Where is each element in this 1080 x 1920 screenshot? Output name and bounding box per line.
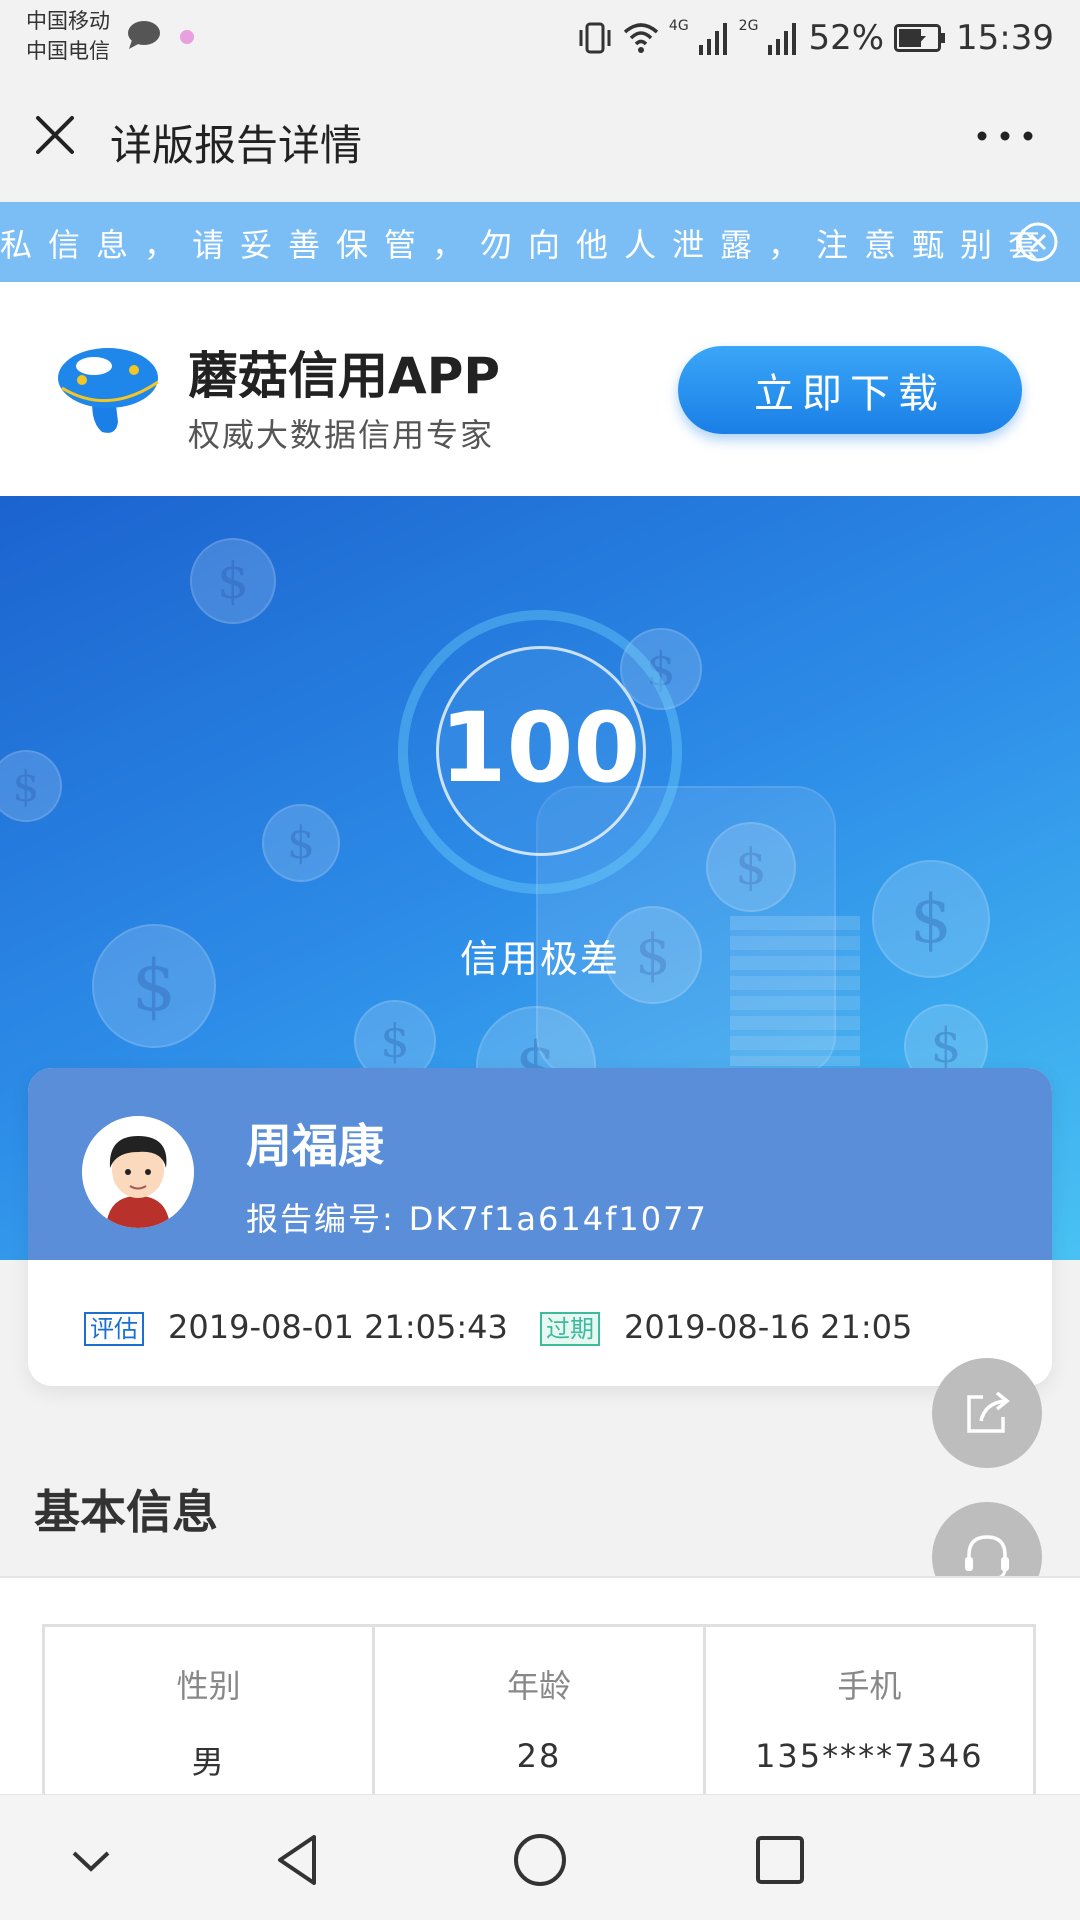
mushroom-logo-icon xyxy=(58,348,159,433)
battery-icon xyxy=(894,24,946,52)
back-triangle-icon[interactable] xyxy=(264,1825,334,1895)
carrier-1: 中国移动 xyxy=(26,9,110,33)
wifi-icon xyxy=(623,23,659,53)
network-2-label: 2G xyxy=(738,18,759,34)
coin-decoration: $ xyxy=(190,538,276,624)
avatar xyxy=(82,1116,194,1228)
app-download-banner: 蘑菇信用APP 权威大数据信用专家 立即下载 xyxy=(0,282,1080,496)
report-number: DK7f1a614f1077 xyxy=(408,1200,708,1238)
battery-percent: 52% xyxy=(808,18,885,58)
page-title: 详版报告详情 xyxy=(110,121,363,170)
more-options-icon[interactable] xyxy=(970,116,1040,156)
clock: 15:39 xyxy=(956,18,1054,58)
download-button[interactable]: 立即下载 xyxy=(678,346,1022,434)
signal-icon-2 xyxy=(768,23,797,55)
share-icon xyxy=(967,1391,1010,1433)
chat-bubble-icon xyxy=(128,21,160,49)
notification-dot-icon xyxy=(180,30,194,44)
notice-text: 私信息，请妥善保管，勿向他人泄露，注意甄别套 xyxy=(0,226,1057,264)
info-label: 年龄 xyxy=(506,1667,571,1705)
coin-decoration: $ xyxy=(262,804,340,882)
status-icons: 4G 2G 52% 15:39 xyxy=(577,16,1054,60)
title-bar: 详版报告详情 xyxy=(0,76,1080,202)
carrier-labels: 中国移动 中国电信 xyxy=(26,6,110,66)
eval-date: 2019-08-01 21:05:43 xyxy=(168,1308,508,1346)
network-1-label: 4G xyxy=(668,18,689,34)
recent-apps-square-icon[interactable] xyxy=(745,1825,815,1895)
close-icon[interactable] xyxy=(30,110,80,160)
expire-tag: 过期 xyxy=(540,1312,600,1346)
chevron-down-icon[interactable] xyxy=(56,1825,126,1895)
report-number-label: 报告编号: xyxy=(246,1200,395,1238)
status-bar: 中国移动 中国电信 4G 2G 52% 15:39 xyxy=(0,0,1080,76)
vibrate-icon xyxy=(579,22,611,54)
security-notice: 私信息，请妥善保管，勿向他人泄露，注意甄别套 xyxy=(0,202,1080,282)
credit-score: 100 xyxy=(439,692,641,804)
profile-card: 周福康 报告编号: DK7f1a614f1077 评估 2019-08-01 21… xyxy=(28,1068,1052,1386)
app-name: 蘑菇信用APP xyxy=(188,347,500,405)
basic-info-panel: 性别 男 年龄 28 手机 135****7346 xyxy=(0,1578,1080,1824)
info-value: 135****7346 xyxy=(755,1737,984,1775)
section-title-basic-info: 基本信息 xyxy=(34,1485,218,1539)
profile-header: 周福康 报告编号: DK7f1a614f1077 xyxy=(28,1068,1052,1260)
info-label: 手机 xyxy=(837,1667,902,1705)
system-navigation-bar xyxy=(0,1794,1080,1920)
signal-icon xyxy=(698,23,727,55)
eval-tag: 评估 xyxy=(84,1312,144,1346)
credit-level: 信用极差 xyxy=(459,937,620,981)
info-value: 28 xyxy=(516,1737,562,1775)
carrier-2: 中国电信 xyxy=(26,39,110,63)
expire-date: 2019-08-16 21:05 xyxy=(624,1308,913,1346)
info-label: 性别 xyxy=(176,1667,241,1705)
info-value: 男 xyxy=(191,1743,226,1781)
report-dates: 评估 2019-08-01 21:05:43 过期 2019-08-16 21:… xyxy=(28,1260,1052,1386)
app-slogan: 权威大数据信用专家 xyxy=(188,416,495,454)
share-button[interactable] xyxy=(932,1358,1042,1468)
user-name: 周福康 xyxy=(246,1119,384,1173)
notice-close-icon[interactable] xyxy=(1016,220,1060,264)
home-circle-icon[interactable] xyxy=(505,1825,575,1895)
report-number-row: 报告编号: DK7f1a614f1077 xyxy=(246,1194,708,1240)
